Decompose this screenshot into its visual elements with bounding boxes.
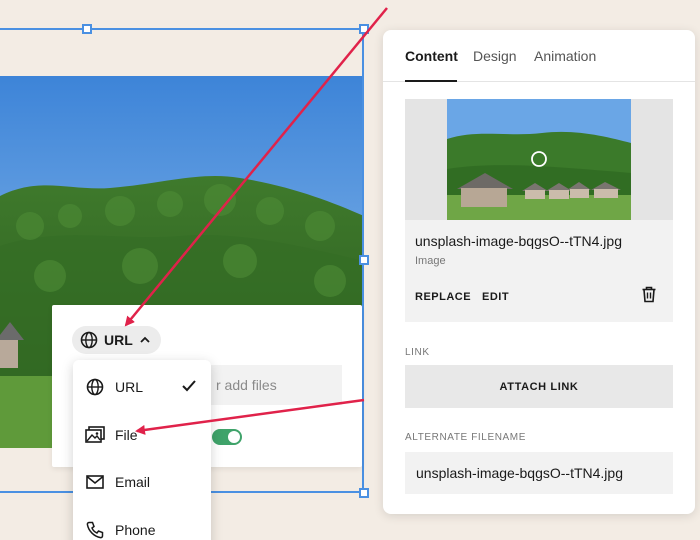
globe-icon [80,331,98,349]
panel-tabs: Content Design Animation [383,30,695,82]
globe-icon [85,377,105,397]
image-file-icon [85,425,105,445]
edit-button[interactable]: EDIT [482,291,509,303]
alternate-filename-input[interactable]: unsplash-image-bqgsO--tTN4.jpg [405,452,673,494]
media-file-type: Image [415,255,446,267]
image-settings-panel: Content Design Animation unsplash-image-… [383,30,695,514]
active-tab-indicator [405,80,457,82]
media-file-name: unsplash-image-bqgsO--tTN4.jpg [415,233,622,249]
tab-animation[interactable]: Animation [534,48,596,64]
trash-icon[interactable] [641,286,657,303]
media-card: unsplash-image-bqgsO--tTN4.jpg Image REP… [405,99,673,322]
menu-item-phone[interactable]: Phone [73,510,211,540]
tab-content[interactable]: Content [405,48,458,64]
link-type-selector[interactable]: URL [72,326,161,354]
menu-item-label: URL [115,379,144,395]
alternate-filename-label: ALTERNATE FILENAME [405,432,527,443]
menu-item-file[interactable]: File [73,415,211,455]
menu-item-label: Phone [115,522,156,538]
chevron-up-icon [140,336,150,343]
attach-link-button[interactable]: ATTACH LINK [405,365,673,408]
tab-design[interactable]: Design [473,48,517,64]
resize-handle-top[interactable] [82,24,92,34]
checkmark-icon [182,380,196,392]
link-type-label: URL [104,332,133,348]
thumbnail-image [447,99,631,220]
envelope-icon [85,472,105,492]
menu-item-url[interactable]: URL [73,367,211,407]
resize-handle-right[interactable] [359,255,369,265]
menu-item-label: Email [115,474,151,490]
link-type-menu: URL File Email Phone [73,360,211,540]
menu-item-email[interactable]: Email [73,462,211,502]
toggle-switch[interactable] [212,429,242,445]
replace-button[interactable]: REPLACE [415,291,471,303]
link-section-label: LINK [405,347,430,358]
menu-item-label: File [115,427,138,443]
phone-icon [85,520,105,540]
file-input[interactable]: r add files [202,365,342,405]
image-thumbnail[interactable] [405,99,673,220]
resize-handle-bottom-right[interactable] [359,488,369,498]
resize-handle-top-right[interactable] [359,24,369,34]
